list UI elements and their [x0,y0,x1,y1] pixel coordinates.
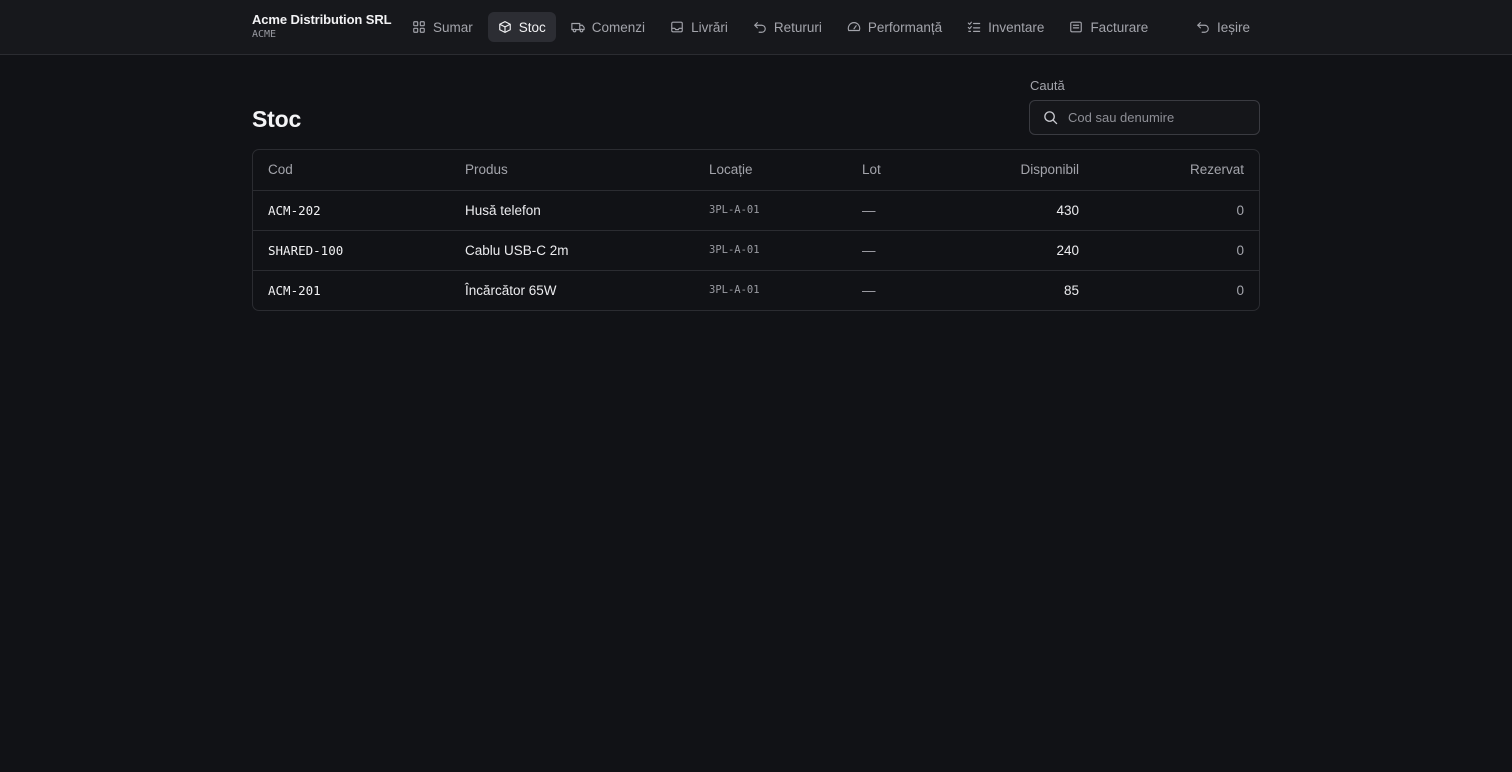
cell-cod: ACM-201 [268,282,321,298]
cell-lot: — [862,282,876,298]
nav-item-stoc[interactable]: Stoc [487,12,556,42]
cell-rezervat: 0 [1094,190,1259,231]
cell-cod: SHARED-100 [253,230,450,271]
table-header-row: Cod Produs Locație Lot Disponibil Rezerv… [253,150,1259,191]
box-icon [498,21,511,33]
cell-produs: Husă telefon [450,190,694,231]
column-header-rezervat[interactable]: Rezervat [1094,150,1259,191]
nav-item-facturare[interactable]: Facturare [1059,12,1158,42]
column-header-locatie[interactable]: Locație [694,150,847,191]
nav-item-performanta[interactable]: Performanță [837,12,952,42]
column-header-produs[interactable]: Produs [450,150,694,191]
nav-label: Stoc [518,19,546,35]
cell-cod: ACM-202 [253,190,450,231]
nav-label: Comenzi [591,19,646,35]
cell-produs: Încărcător 65W [465,282,557,298]
stock-table: Cod Produs Locație Lot Disponibil Rezerv… [252,149,1260,311]
cell-disponibil: 430 [947,190,1094,231]
table-row[interactable]: SHARED-100 Cablu USB-C 2m 3PL-A-01 — 240… [253,230,1259,271]
nav-label: Livrări [691,19,728,35]
nav-item-comenzi[interactable]: Comenzi [561,12,655,42]
gauge-icon [847,22,861,32]
cell-rezervat: 0 [1236,282,1244,298]
page-title: Stoc [252,106,302,132]
cell-lot: — [847,230,947,271]
table-row[interactable]: ACM-201 Încărcător 65W 3PL-A-01 — 85 0 [253,270,1259,310]
cell-lot: — [847,190,947,231]
grid-icon [413,21,425,33]
column-header-cod[interactable]: Cod [253,150,450,191]
column-header-disponibil[interactable]: Disponibil [947,150,1094,191]
search-label: Caută [1030,78,1065,93]
nav-label: Retururi [773,19,822,35]
nav-label: Facturare [1090,19,1149,35]
nav-label: Performanță [867,19,943,35]
cell-locatie: 3PL-A-01 [694,190,847,231]
search-field[interactable] [1029,100,1260,135]
logout-icon [1197,22,1209,33]
brand: Acme Distribution SRL ACME [252,12,392,40]
column-header-lot[interactable]: Lot [847,150,947,191]
cell-rezervat: 0 [1094,230,1259,271]
nav-item-sumar[interactable]: Sumar [402,12,483,42]
cell-locatie: 3PL-A-01 [694,230,847,271]
search-input[interactable] [1068,110,1238,125]
nav-item-livrari[interactable]: Livrări [660,12,738,42]
company-name: Acme Distribution SRL [252,12,392,27]
nav-item-retururi[interactable]: Retururi [743,12,832,42]
nav-label: Inventare [988,19,1045,35]
cell-disponibil: 85 [1063,282,1079,298]
search-icon [1044,111,1058,125]
company-code: ACME [252,29,277,40]
top-navigation-bar: Acme Distribution SRL ACME Sumar Stoc Co… [0,0,1512,55]
inbox-icon [671,21,683,33]
logout-label: Ieșire [1217,19,1251,35]
undo-icon [754,22,766,33]
main-nav: Sumar Stoc Comenzi Livrări Retururi Perf… [402,12,1163,42]
invoice-icon [1070,21,1083,33]
cell-produs: Cablu USB-C 2m [450,230,694,271]
nav-item-inventare[interactable]: Inventare [957,12,1054,42]
checklist-icon [967,21,981,32]
nav-label: Sumar [433,19,473,35]
truck-icon [571,22,585,33]
logout-button[interactable]: Ieșire [1186,12,1260,42]
cell-locatie: 3PL-A-01 [709,284,760,297]
table-row[interactable]: ACM-202 Husă telefon 3PL-A-01 — 430 0 [253,190,1259,231]
cell-disponibil: 240 [947,230,1094,271]
